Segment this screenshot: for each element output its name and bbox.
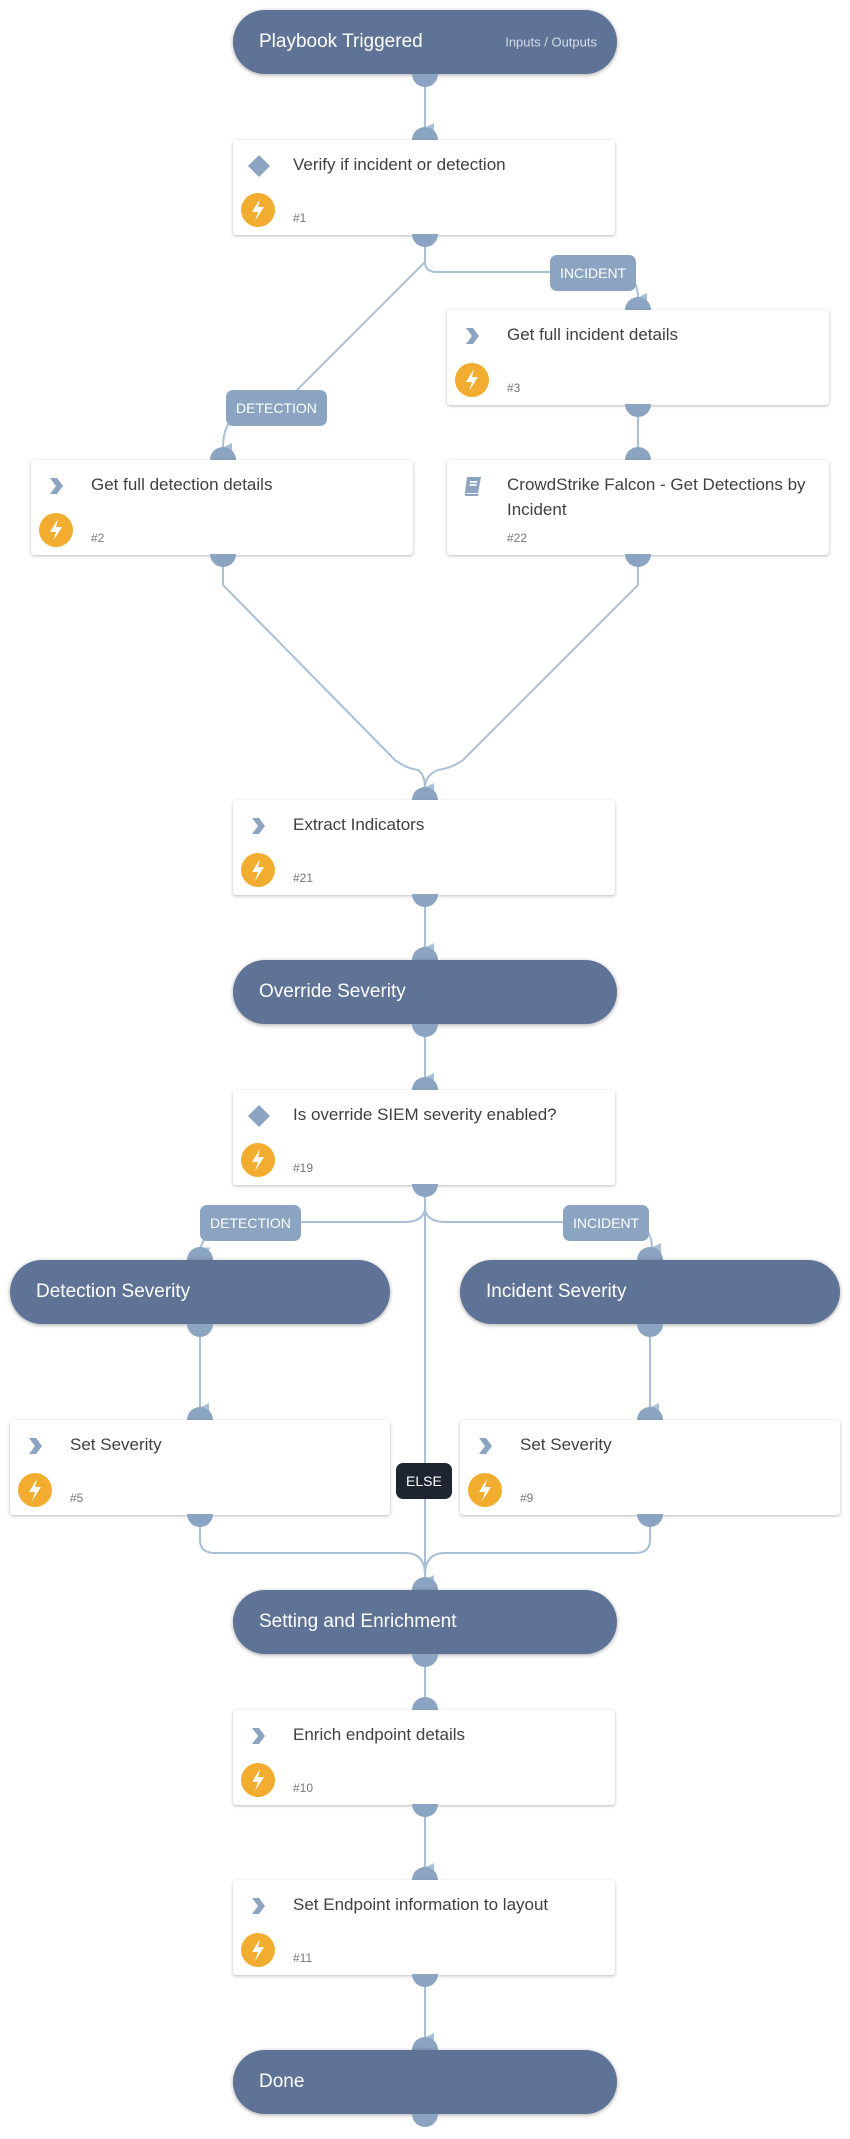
edge-t1-to-detection [294,261,426,393]
automation-bolt-icon [241,853,275,887]
task-extract-indicators[interactable]: Extract Indicators #21 [233,800,615,895]
task-name: Verify if incident or detection [293,155,506,174]
chevron-right-icon [466,328,479,344]
edge-t1-to-incident [424,245,560,273]
task-name: Set Endpoint information to layout [293,1895,549,1914]
task-number: #2 [91,531,105,545]
section-detection-severity[interactable]: Detection Severity [10,1260,390,1324]
edge-t5-to-setting [199,1525,426,1576]
section-title: Detection Severity [36,1281,191,1302]
task-name: CrowdStrike Falcon - Get Detections by I… [507,475,806,519]
task-number: #1 [293,211,307,225]
edge-label-incident[interactable]: INCIDENT [550,255,637,291]
section-setting-and-enrichment[interactable]: Setting and Enrichment [233,1590,617,1654]
task-name: Get full incident details [507,325,679,344]
task-set-severity-incident[interactable]: Set Severity #9 [460,1420,840,1515]
task-number: #11 [293,1951,313,1965]
edge-label-incident[interactable]: INCIDENT [563,1205,650,1241]
automation-bolt-icon [241,1143,275,1177]
section-title: Setting and Enrichment [259,1611,457,1632]
task-number: #21 [293,871,314,885]
inputs-outputs-link[interactable]: Inputs / Outputs [505,35,597,50]
task-name: Extract Indicators [293,815,425,834]
task-crowdstrike-get-detections-by-incident[interactable]: CrowdStrike Falcon - Get Detections by I… [447,460,829,555]
task-get-full-incident-details[interactable]: Get full incident details #3 [447,310,829,405]
task-number: #10 [293,1781,314,1795]
task-number: #22 [507,531,528,545]
section-title: Done [259,2071,305,2092]
edge-t9-to-setting [424,1525,651,1576]
start-title: Playbook Triggered [259,31,423,52]
task-name: Is override SIEM severity enabled? [293,1105,557,1124]
section-override-severity[interactable]: Override Severity [233,960,617,1024]
edge-label-else[interactable]: ELSE [396,1463,452,1499]
task-number: #3 [507,381,521,395]
task-number: #5 [70,1491,84,1505]
automation-bolt-icon [39,513,73,547]
task-name: Set Severity [70,1435,162,1454]
automation-bolt-icon [455,363,489,397]
start-node[interactable]: Playbook Triggered Inputs / Outputs [233,10,617,74]
task-is-override-siem-severity-enabled[interactable]: Is override SIEM severity enabled? #19 [233,1090,615,1185]
task-number: #9 [520,1491,534,1505]
task-set-severity-detection[interactable]: Set Severity #5 [10,1420,390,1515]
chevron-right-icon [252,818,265,834]
section-done[interactable]: Done [233,2050,617,2114]
task-name: Enrich endpoint details [293,1725,466,1744]
section-title: Override Severity [259,981,406,1002]
condition-diamond-icon [248,1105,270,1127]
chevron-right-icon [252,1898,265,1914]
edge-t2-to-t21 [222,565,435,793]
chevron-right-icon [50,478,63,494]
section-incident-severity[interactable]: Incident Severity [460,1260,840,1324]
automation-bolt-icon [241,1763,275,1797]
automation-bolt-icon [18,1473,52,1507]
edge-t19-branch-left [295,1195,426,1223]
automation-bolt-icon [241,1933,275,1967]
edge-t22-to-t21 [424,565,639,789]
automation-bolt-icon [468,1473,502,1507]
edge-label-detection[interactable]: DETECTION [226,390,327,426]
task-name: Get full detection details [91,475,273,494]
condition-diamond-icon [248,155,270,177]
chevron-right-icon [29,1438,42,1454]
chevron-right-icon [479,1438,492,1454]
task-enrich-endpoint-details[interactable]: Enrich endpoint details #10 [233,1710,615,1805]
section-title: Incident Severity [486,1281,627,1302]
edge-t19-branch-right [424,1209,565,1223]
chevron-right-icon [252,1728,265,1744]
task-name: Set Severity [520,1435,612,1454]
book-icon [464,477,481,496]
edge-label-detection[interactable]: DETECTION [200,1205,301,1241]
task-get-full-detection-details[interactable]: Get full detection details #2 [31,460,413,555]
task-set-endpoint-information-to-layout[interactable]: Set Endpoint information to layout #11 [233,1880,615,1975]
task-number: #19 [293,1161,314,1175]
automation-bolt-icon [241,193,275,227]
task-verify-incident-or-detection[interactable]: Verify if incident or detection #1 [233,140,615,235]
